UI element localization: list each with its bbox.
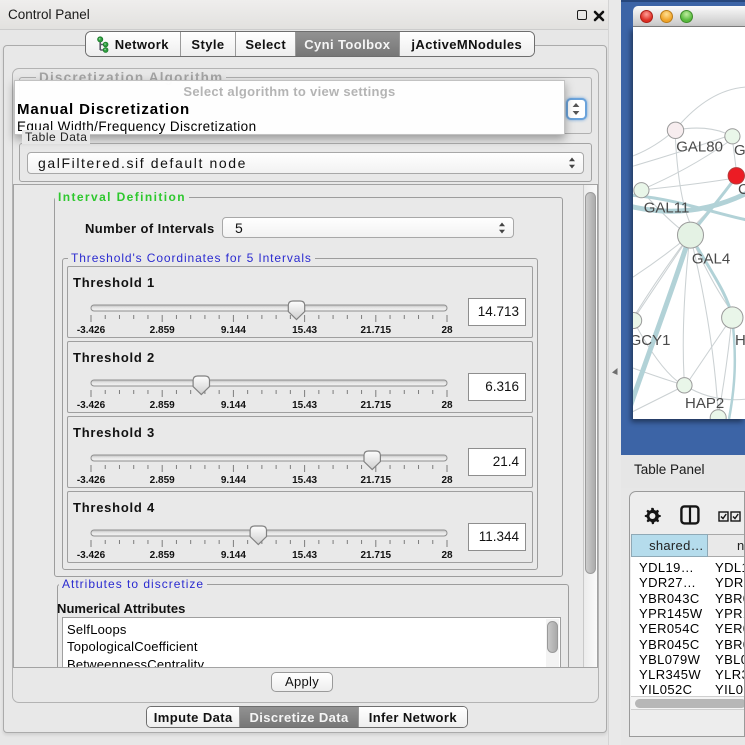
svg-text:28: 28 <box>441 550 453 561</box>
svg-text:9.144: 9.144 <box>221 325 246 336</box>
svg-text:-3.426: -3.426 <box>77 550 106 561</box>
svg-text:GA: GA <box>734 142 745 159</box>
svg-text:15.43: 15.43 <box>292 550 317 561</box>
svg-text:-3.426: -3.426 <box>77 325 106 336</box>
svg-text:15.43: 15.43 <box>292 475 317 486</box>
svg-text:2.859: 2.859 <box>150 475 175 486</box>
svg-text:28: 28 <box>441 475 453 486</box>
svg-text:GAL80: GAL80 <box>676 139 723 156</box>
svg-text:-3.426: -3.426 <box>77 475 106 486</box>
svg-text:2.859: 2.859 <box>150 400 175 411</box>
svg-text:21.715: 21.715 <box>361 325 392 336</box>
svg-text:21.715: 21.715 <box>361 400 392 411</box>
svg-text:2.859: 2.859 <box>150 550 175 561</box>
svg-text:9.144: 9.144 <box>221 475 246 486</box>
svg-text:HAP2: HAP2 <box>685 395 724 412</box>
svg-text:GAL11: GAL11 <box>644 200 690 217</box>
svg-text:21.715: 21.715 <box>361 550 392 561</box>
svg-text:28: 28 <box>441 325 453 336</box>
svg-text:21.715: 21.715 <box>361 475 392 486</box>
svg-text:2.859: 2.859 <box>150 325 175 336</box>
svg-text:GCY1: GCY1 <box>633 332 670 349</box>
svg-text:15.43: 15.43 <box>292 325 317 336</box>
svg-text:15.43: 15.43 <box>292 400 317 411</box>
svg-text:GAL4: GAL4 <box>692 251 730 268</box>
svg-text:C: C <box>738 181 745 198</box>
svg-text:9.144: 9.144 <box>221 550 246 561</box>
svg-text:9.144: 9.144 <box>221 400 246 411</box>
svg-text:-3.426: -3.426 <box>77 400 106 411</box>
svg-text:H: H <box>735 332 745 349</box>
svg-text:28: 28 <box>441 400 453 411</box>
